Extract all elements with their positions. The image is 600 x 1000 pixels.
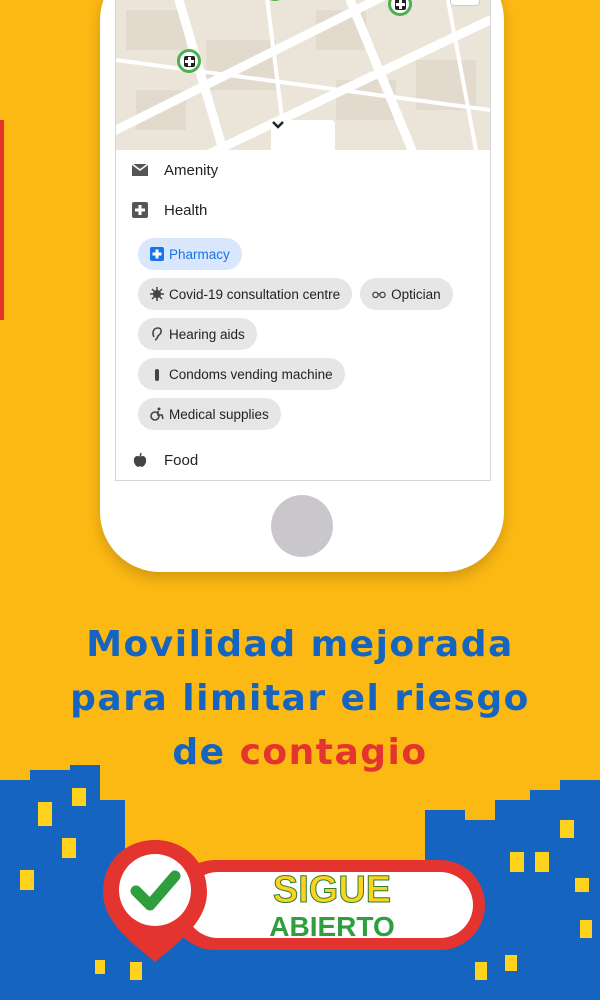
virus-icon xyxy=(150,287,164,301)
open-badge: SIGUE ABIERTO xyxy=(103,840,485,962)
side-accent-strip xyxy=(0,120,4,320)
category-health[interactable]: Health xyxy=(116,190,490,230)
badge-line-1: SIGUE xyxy=(273,869,391,911)
phone-screen: Amenity Health Pharmacy Covid-19 consult… xyxy=(115,0,491,481)
plus-square-icon xyxy=(132,202,148,218)
category-label: Amenity xyxy=(164,161,219,179)
pharmacy-icon xyxy=(150,247,164,261)
wheelchair-icon xyxy=(150,407,164,421)
chip-medical-supplies[interactable]: Medical supplies xyxy=(138,398,281,430)
collapse-panel-button[interactable] xyxy=(271,120,335,150)
chip-hearing-aids[interactable]: Hearing aids xyxy=(138,318,257,350)
category-list: Amenity Health Pharmacy Covid-19 consult… xyxy=(116,150,490,480)
chip-pharmacy[interactable]: Pharmacy xyxy=(138,238,242,270)
condom-icon xyxy=(150,367,164,381)
pharmacy-map-marker[interactable] xyxy=(177,49,201,73)
glasses-icon xyxy=(372,287,386,301)
chip-condoms-vending-machine[interactable]: Condoms vending machine xyxy=(138,358,345,390)
health-subcategories: Pharmacy Covid-19 consultation centre Op… xyxy=(116,230,490,440)
ear-icon xyxy=(150,327,164,341)
apple-icon xyxy=(132,452,148,468)
badge-line-2: ABIERTO xyxy=(269,911,395,942)
chip-optician[interactable]: Optician xyxy=(360,278,453,310)
headline-line-2: para limitar el riesgo xyxy=(70,678,530,719)
map-view[interactable] xyxy=(116,0,490,150)
category-label: Food xyxy=(164,451,199,469)
phone-mockup: Amenity Health Pharmacy Covid-19 consult… xyxy=(100,0,504,572)
chip-covid-19-consultation-centre[interactable]: Covid-19 consultation centre xyxy=(138,278,353,310)
category-food[interactable]: Food xyxy=(116,440,490,480)
map-control[interactable] xyxy=(450,0,480,6)
category-label: Health xyxy=(164,201,208,219)
headline-line-1: Movilidad mejorada xyxy=(86,624,514,665)
category-amenity[interactable]: Amenity xyxy=(116,150,490,190)
envelope-icon xyxy=(132,162,148,178)
home-button[interactable] xyxy=(271,495,333,557)
